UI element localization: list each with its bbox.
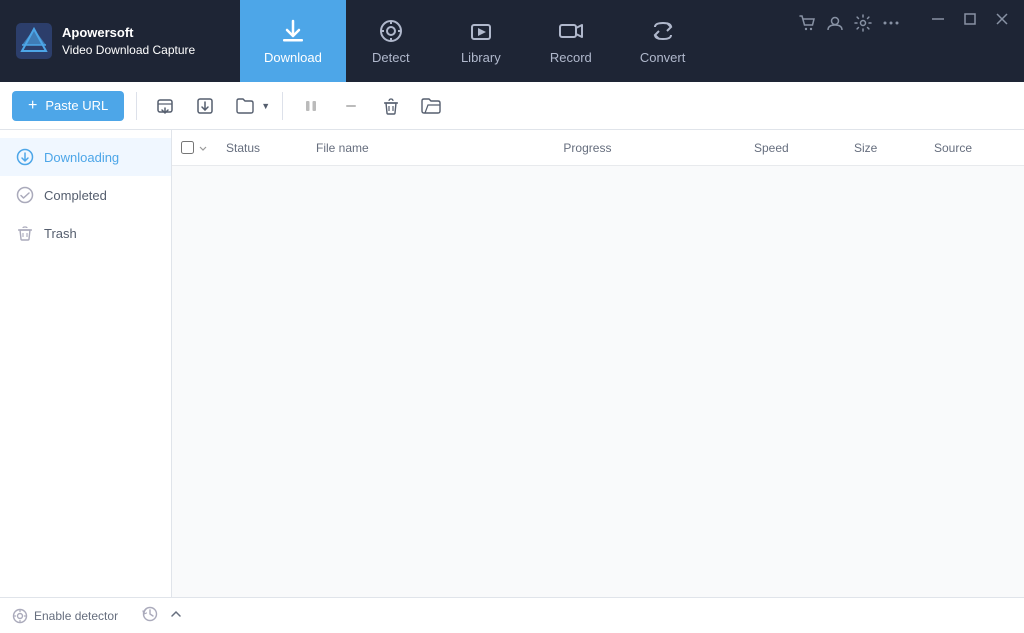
stop-icon (341, 96, 361, 116)
tab-library[interactable]: Library (436, 0, 526, 82)
paste-url-button[interactable]: + Paste URL (12, 91, 124, 121)
th-source: Source (924, 141, 1024, 155)
tab-download[interactable]: Download (240, 0, 346, 82)
sidebar-item-completed-label: Completed (44, 188, 107, 203)
table-header: Status File name Progress Speed Size Sou… (172, 130, 1024, 166)
sidebar-item-completed[interactable]: Completed (0, 176, 171, 214)
maximize-button[interactable] (956, 8, 984, 30)
tab-record-label: Record (550, 50, 592, 65)
enable-detector-label: Enable detector (34, 609, 118, 623)
open-folder-button[interactable] (415, 91, 447, 121)
main-content: Downloading Completed Trash (0, 130, 1024, 597)
tab-convert-label: Convert (640, 50, 686, 65)
status-bar-left: Enable detector (12, 608, 118, 624)
app-name: Video Download Capture (62, 42, 195, 59)
open-folder-icon (420, 95, 442, 117)
sidebar-item-downloading-label: Downloading (44, 150, 119, 165)
history-icon (142, 606, 158, 622)
import-url-button[interactable] (149, 91, 181, 121)
title-bar: Apowersoft Video Download Capture Downlo… (0, 0, 1024, 82)
sidebar-item-trash[interactable]: Trash (0, 214, 171, 252)
tab-download-label: Download (264, 50, 322, 65)
th-filename: File name (306, 141, 553, 155)
delete-icon (381, 96, 401, 116)
pause-button[interactable] (295, 91, 327, 121)
record-icon (557, 17, 585, 45)
import-folder-button[interactable] (229, 91, 261, 121)
toolbar-divider-1 (136, 92, 137, 120)
app-vendor: Apowersoft (62, 24, 195, 42)
import-url-icon (155, 96, 175, 116)
tab-library-label: Library (461, 50, 501, 65)
th-status: Status (216, 141, 306, 155)
import-folder-dropdown-arrow[interactable]: ▼ (261, 101, 270, 111)
cart-icon[interactable] (794, 12, 820, 34)
app-logo-icon (16, 23, 52, 59)
toolbar-divider-2 (282, 92, 283, 120)
close-button[interactable] (988, 8, 1016, 30)
import-file-button[interactable] (189, 91, 221, 121)
settings-icon[interactable] (850, 12, 876, 34)
sidebar-item-trash-label: Trash (44, 226, 77, 241)
more-icon[interactable] (878, 12, 904, 34)
th-speed-label: Speed (754, 141, 789, 155)
th-checkbox (172, 141, 216, 154)
sidebar-item-downloading[interactable]: Downloading (0, 138, 171, 176)
header-icons (782, 0, 916, 34)
th-source-label: Source (934, 141, 972, 155)
th-progress-label: Progress (563, 141, 611, 155)
paste-url-plus: + (28, 97, 37, 115)
status-bar-right (138, 604, 186, 627)
app-logo: Apowersoft Video Download Capture (0, 23, 240, 59)
import-folder-icon (235, 96, 255, 116)
th-speed: Speed (744, 141, 844, 155)
delete-button[interactable] (375, 91, 407, 121)
tab-detect-label: Detect (372, 50, 410, 65)
th-size: Size (844, 141, 924, 155)
tab-convert[interactable]: Convert (616, 0, 710, 82)
table-body (172, 166, 1024, 466)
th-filename-label: File name (316, 141, 369, 155)
tab-record[interactable]: Record (526, 0, 616, 82)
detect-icon (377, 17, 405, 45)
toolbar: + Paste URL ▼ (0, 82, 1024, 130)
th-status-label: Status (226, 141, 260, 155)
th-sort-icon (198, 143, 208, 153)
th-size-label: Size (854, 141, 877, 155)
minimize-button[interactable] (924, 8, 952, 30)
import-file-icon (195, 96, 215, 116)
table-area: Status File name Progress Speed Size Sou… (172, 130, 1024, 597)
convert-icon (649, 17, 677, 45)
download-icon (279, 17, 307, 45)
select-all-checkbox[interactable] (181, 141, 194, 154)
tab-detect[interactable]: Detect (346, 0, 436, 82)
sidebar: Downloading Completed Trash (0, 130, 172, 597)
chevron-up-button[interactable] (166, 607, 186, 624)
import-folder-button-group[interactable]: ▼ (229, 91, 270, 121)
downloading-icon (16, 148, 34, 166)
trash-icon (16, 224, 34, 242)
nav-tabs: Download Detect Library (240, 0, 782, 82)
status-bar: Enable detector (0, 597, 1024, 633)
th-progress: Progress (553, 141, 744, 155)
user-icon[interactable] (822, 12, 848, 34)
enable-detector-icon (12, 608, 28, 624)
stop-button[interactable] (335, 91, 367, 121)
library-icon (467, 17, 495, 45)
history-back-button[interactable] (138, 604, 162, 627)
pause-icon (301, 96, 321, 116)
paste-url-label: Paste URL (45, 98, 108, 113)
window-controls (916, 0, 1024, 30)
completed-icon (16, 186, 34, 204)
